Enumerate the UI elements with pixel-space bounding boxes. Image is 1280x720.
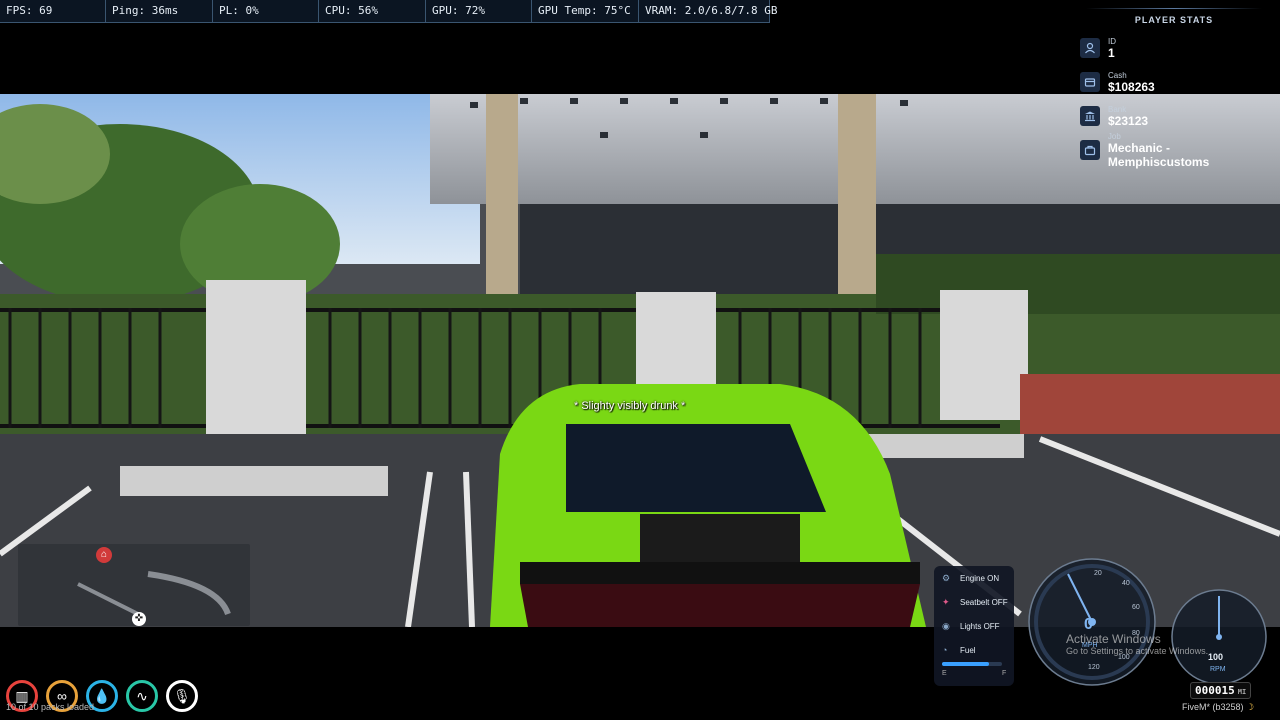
player-blip-icon: ✜ (132, 612, 146, 626)
speed-tick-label: 20 (1094, 570, 1102, 577)
seatbelt-icon: ✦ (942, 596, 950, 607)
stat-cash: Cash $108263 (1074, 65, 1274, 99)
briefcase-icon (1080, 140, 1100, 160)
seatbelt-status: ✦ Seatbelt OFF (934, 590, 1014, 614)
client-version-label: FiveM* (b3258) (1182, 702, 1244, 712)
fuel-gauge-icon: ◔ (942, 645, 948, 655)
stat-job: Job Mechanic - Memphiscustoms (1074, 131, 1274, 169)
activate-windows-watermark: Activate Windows Go to Settings to activ… (1066, 632, 1208, 656)
rpm-value: 100 (1208, 652, 1224, 662)
fps-readout: FPS: 69 (0, 0, 106, 22)
performance-bar: FPS: 69 Ping: 36ms PL: 0% CPU: 56% GPU: … (0, 0, 777, 23)
stat-bank: Bank $23123 (1074, 99, 1274, 133)
stress-icon: ∿ (126, 680, 158, 712)
divider (1086, 8, 1262, 9)
speedometer: 0 MPH 20 40 60 80 100 120 (1026, 556, 1158, 688)
vehicle-status-panel: ⚙ Engine ON ✦ Seatbelt OFF ◉ Lights OFF … (934, 566, 1014, 686)
watermark-subtitle: Go to Settings to activate Windows. (1066, 646, 1209, 656)
moon-icon: ☽ (1246, 702, 1255, 712)
rpm-unit: RPM (1210, 666, 1226, 673)
lights-status: ◉ Lights OFF (934, 614, 1014, 638)
packet-loss-readout: PL: 0% (213, 0, 319, 22)
vram-readout: VRAM: 2.0/6.8/7.8 GB (639, 0, 777, 22)
engine-icon: ⚙ (942, 572, 951, 583)
client-version: FiveM* (b3258) ☽ (1182, 702, 1254, 713)
stat-label: Cash (1108, 70, 1127, 80)
stat-value: $108263 (1108, 79, 1155, 94)
stat-label: Bank (1108, 104, 1127, 114)
odometer: 000015 MI (1190, 682, 1252, 699)
drunk-status-text: * Slighty visibly drunk * (574, 400, 686, 412)
player-stats-title: PLAYER STATS (1134, 15, 1214, 25)
stat-id: ID 1 (1074, 31, 1274, 65)
stat-label: ID (1108, 36, 1116, 46)
speed-tick-label: 60 (1132, 604, 1140, 611)
wallet-icon (1080, 72, 1100, 92)
cpu-readout: CPU: 56% (319, 0, 426, 22)
seatbelt-label: Seatbelt OFF (960, 597, 1008, 607)
loading-notification: 10 of 10 packs loaded (6, 702, 95, 712)
fuel-empty-label: E (942, 670, 947, 677)
stat-value: 1 (1108, 45, 1115, 60)
stat-value: Mechanic - Memphiscustoms (1107, 140, 1210, 169)
user-icon (1080, 38, 1100, 58)
watermark-title: Activate Windows (1066, 632, 1161, 646)
player-stats-panel: PLAYER STATS ID 1 Cash $108263 Bank $231… (1074, 8, 1274, 169)
bank-icon (1080, 106, 1100, 126)
speed-tick-label: 120 (1088, 664, 1100, 671)
fuel-status: ◔ Fuel (934, 638, 1014, 662)
stat-label: Job (1107, 131, 1121, 141)
ping-readout: Ping: 36ms (106, 0, 213, 22)
gpu-readout: GPU: 72% (426, 0, 532, 22)
odometer-unit: MI (1237, 688, 1247, 696)
speed-tick-label: 40 (1122, 580, 1130, 587)
fuel-full-label: F (1002, 670, 1007, 677)
headlight-icon: ◉ (942, 620, 950, 631)
fuel-label: Fuel (960, 645, 976, 655)
engine-label: Engine ON (960, 573, 1000, 583)
gpu-temp-readout: GPU Temp: 75°C (532, 0, 639, 22)
stat-value: $23123 (1108, 113, 1149, 128)
map-marker-icon: ⌂ (96, 547, 112, 563)
fuel-bar-fill (942, 662, 989, 666)
minimap[interactable]: ⌂ ✜ (18, 544, 250, 626)
engine-status: ⚙ Engine ON (934, 566, 1014, 590)
fuel-bar (942, 662, 1002, 666)
lights-label: Lights OFF (960, 621, 1000, 631)
microphone-icon: 🎙 (166, 680, 198, 712)
odometer-value: 000015 (1195, 684, 1235, 697)
